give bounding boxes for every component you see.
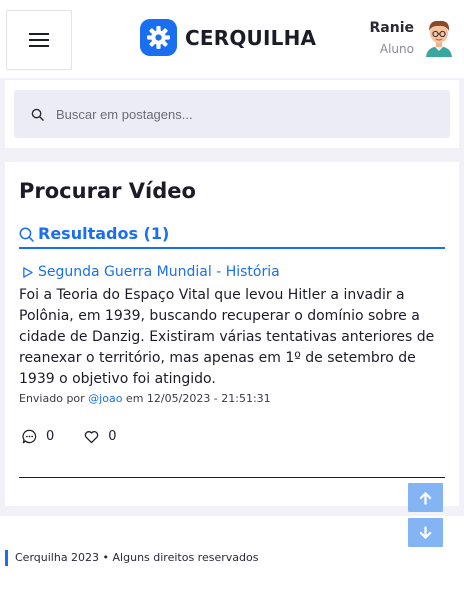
search-card [5,80,459,148]
arrow-down-icon [419,525,432,539]
footer-accent-bar [5,550,8,566]
comment-button[interactable]: 0 [22,429,54,444]
play-icon [23,266,33,278]
user-info: Ranie Aluno [370,17,415,59]
post-title-link[interactable]: Segunda Guerra Mundial - História [22,264,280,280]
footer: Cerquilha 2023 • Alguns direitos reserva… [0,516,464,598]
search-icon [31,108,44,121]
results-label: Resultados (1) [38,224,170,243]
menu-button[interactable] [6,10,72,70]
video-search-card: Procurar Vídeo Resultados (1) Segunda Gu… [5,162,459,506]
brand-logo [140,19,177,56]
scroll-down-button[interactable] [408,518,443,547]
tab-results[interactable]: Resultados (1) [19,224,445,249]
page-title: Procurar Vídeo [19,179,196,203]
heart-icon [85,430,99,443]
footer-text: Cerquilha 2023 • Alguns direitos reserva… [15,551,259,564]
divider [19,477,445,478]
search-input[interactable] [56,106,416,122]
brand[interactable]: CERQUILHA [140,19,316,56]
user-profile[interactable]: Ranie Aluno [370,17,457,59]
post-author-link[interactable]: @joao [88,392,122,405]
post-title: Segunda Guerra Mundial - História [38,264,280,280]
user-role: Aluno [379,42,414,56]
arrow-up-icon [419,491,432,505]
gear-icon [147,26,170,49]
post-meta-prefix: Enviado por [19,392,89,405]
post-body: Foi a Teoria do Espaço Vital que levou H… [19,287,435,387]
comment-icon [22,429,37,444]
post-meta: Enviado por @joao em 12/05/2023 - 21:51:… [19,392,271,405]
scroll-up-button[interactable] [408,483,443,512]
avatar[interactable] [422,17,456,57]
search-box[interactable] [14,90,450,138]
like-button[interactable]: 0 [84,429,117,444]
post-meta-date: em 12/05/2023 - 21:51:31 [122,392,271,405]
search-icon [19,227,34,242]
top-header: CERQUILHA Ranie Aluno [0,0,464,78]
user-name: Ranie [369,20,415,36]
hamburger-icon [29,33,49,47]
post-actions: 0 0 [22,429,147,444]
brand-name: CERQUILHA [185,25,317,50]
like-count: 0 [108,429,117,444]
comment-count: 0 [46,429,55,444]
